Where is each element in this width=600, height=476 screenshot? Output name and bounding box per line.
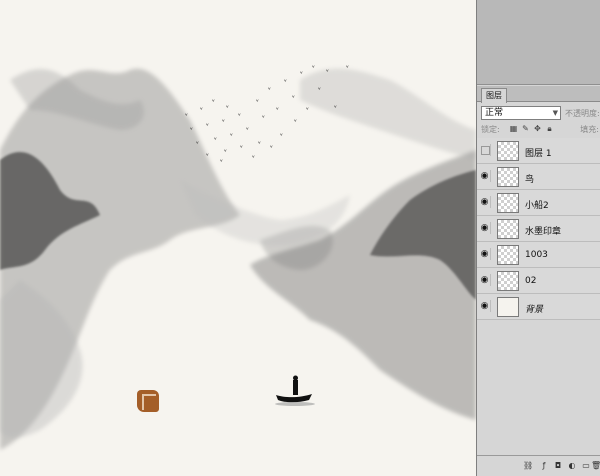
delete-layer-icon[interactable]: 🗑︎	[591, 461, 600, 471]
svg-text:ᵛ: ᵛ	[284, 78, 287, 86]
svg-text:ᵛ: ᵛ	[270, 144, 273, 152]
eye-icon[interactable]: ◉	[479, 222, 491, 234]
svg-text:ᵛ: ᵛ	[258, 140, 261, 148]
layer-thumbnail	[497, 193, 519, 213]
layer-row[interactable]: ◉ 02	[477, 268, 600, 294]
layer-row[interactable]: ◉ 鸟	[477, 164, 600, 190]
eye-icon[interactable]: ◉	[479, 274, 491, 286]
fill-label: 填充:	[580, 125, 599, 134]
lock-row: 锁定: ▦ ✎ ✥ 🔒︎ 填充:	[481, 124, 599, 136]
layer-name: 鸟	[525, 175, 535, 185]
small-boat	[275, 375, 315, 406]
ink-landscape-artwork: ᵛᵛᵛᵛ ᵛ ᵛ ᵛᵛ ᵛ ᵛ ᵛᵛ ᵛᵛᵛᵛ ᵛ ᵛᵛᵛ ᵛᵛᵛᵛ ᵛ ᵛ ᵛᵛ ᵛᵛᵛᵛ …	[0, 64, 476, 451]
lock-transparent-icon[interactable]: ▦	[509, 124, 518, 133]
lock-label: 锁定:	[481, 125, 500, 134]
svg-text:ᵛ: ᵛ	[222, 118, 225, 126]
svg-text:ᵛ: ᵛ	[206, 122, 209, 130]
adjustment-layer-icon[interactable]: ◐	[567, 461, 577, 471]
svg-text:ᵛ: ᵛ	[268, 86, 271, 94]
svg-text:ᵛ: ᵛ	[318, 86, 321, 94]
svg-text:ᵛ: ᵛ	[214, 136, 217, 144]
svg-text:ᵛ: ᵛ	[326, 68, 329, 76]
svg-text:ᵛ: ᵛ	[252, 154, 255, 162]
layer-row[interactable]: ◉ 背景	[477, 294, 600, 320]
blend-mode-select[interactable]: 正常 ▼	[481, 106, 561, 120]
svg-text:ᵛ: ᵛ	[346, 64, 349, 72]
layer-thumbnail	[497, 271, 519, 291]
new-group-icon[interactable]: ▭	[581, 461, 591, 471]
layer-thumbnail	[497, 219, 519, 239]
svg-text:ᵛ: ᵛ	[262, 114, 265, 122]
svg-text:ᵛ: ᵛ	[224, 148, 227, 156]
svg-text:ᵛ: ᵛ	[280, 132, 283, 140]
lock-move-icon[interactable]: ✥	[533, 124, 542, 133]
layers-bottom-toolbar: ⛓ ƒ ◘ ◐ ▭ 🗑︎	[477, 455, 600, 476]
layer-row[interactable]: ◉ 水墨印章	[477, 216, 600, 242]
layer-name: 1003	[525, 250, 548, 260]
layer-row[interactable]: ◉ 小船2	[477, 190, 600, 216]
link-layers-icon[interactable]: ⛓	[523, 461, 533, 471]
seal-stamp	[137, 390, 159, 412]
svg-text:ᵛ: ᵛ	[185, 112, 188, 120]
layer-list: 图层 1 ◉ 鸟 ◉ 小船2 ◉ 水墨印章 ◉ 1003 ◉ 02 ◉ 背景	[477, 138, 600, 320]
svg-text:ᵛ: ᵛ	[230, 132, 233, 140]
layer-name: 小船2	[525, 201, 549, 211]
svg-text:ᵛ: ᵛ	[240, 144, 243, 152]
svg-text:ᵛ: ᵛ	[206, 152, 209, 160]
add-mask-icon[interactable]: ◘	[553, 461, 563, 471]
fx-icon[interactable]: ƒ	[539, 461, 549, 471]
eye-icon[interactable]: ◉	[479, 300, 491, 312]
layer-name: 图层 1	[525, 149, 552, 159]
layer-name: 02	[525, 276, 537, 286]
lock-all-icon[interactable]: 🔒︎	[545, 124, 554, 133]
svg-text:ᵛ: ᵛ	[256, 98, 259, 106]
panel-dock-empty	[477, 0, 600, 85]
eye-icon[interactable]: ◉	[479, 170, 491, 182]
svg-text:ᵛ: ᵛ	[334, 104, 337, 112]
layer-thumbnail	[497, 141, 519, 161]
opacity-label: 不透明度:	[565, 109, 600, 118]
chevron-down-icon: ▼	[552, 109, 558, 117]
layers-panel: 图层 正常 ▼ 不透明度: 锁定: ▦ ✎ ✥ 🔒︎ 填充: 图层 1 ◉ 鸟 …	[476, 0, 600, 476]
svg-text:ᵛ: ᵛ	[196, 140, 199, 148]
layer-name: 背景	[525, 305, 544, 315]
document-canvas[interactable]: ᵛᵛᵛᵛ ᵛᵛᵛᵛ ᵛᵛᵛᵛ ᵛᵛᵛᵛ ᵛᵛᵛᵛ ᵛᵛᵛᵛ ᵛᵛᵛᵛ ᵛᵛᵛᵛ …	[0, 0, 476, 476]
svg-text:ᵛ: ᵛ	[246, 126, 249, 134]
svg-text:ᵛ: ᵛ	[212, 98, 215, 106]
layer-row[interactable]: ◉ 1003	[477, 242, 600, 268]
panel-tab-bar: 图层	[477, 86, 600, 103]
svg-text:ᵛ: ᵛ	[220, 158, 223, 166]
layer-thumbnail	[497, 167, 519, 187]
eye-icon[interactable]: ◉	[479, 248, 491, 260]
layer-row[interactable]: 图层 1	[477, 138, 600, 164]
tab-layers[interactable]: 图层	[481, 88, 507, 103]
svg-text:ᵛ: ᵛ	[294, 118, 297, 126]
eye-icon[interactable]: ◉	[479, 196, 491, 208]
svg-text:ᵛ: ᵛ	[190, 126, 193, 134]
svg-text:ᵛ: ᵛ	[276, 106, 279, 114]
layer-thumbnail	[497, 297, 519, 317]
blend-mode-value: 正常	[485, 108, 504, 118]
visibility-off-icon[interactable]	[479, 144, 491, 156]
svg-text:ᵛ: ᵛ	[226, 104, 229, 112]
svg-text:ᵛ: ᵛ	[300, 70, 303, 78]
layer-thumbnail	[497, 245, 519, 265]
svg-text:ᵛ: ᵛ	[238, 112, 241, 120]
lock-paint-icon[interactable]: ✎	[521, 124, 530, 133]
svg-text:ᵛ: ᵛ	[292, 94, 295, 102]
svg-text:ᵛ: ᵛ	[306, 106, 309, 114]
svg-text:ᵛ: ᵛ	[200, 106, 203, 114]
layer-name: 水墨印章	[525, 227, 562, 237]
svg-text:ᵛ: ᵛ	[312, 64, 315, 72]
